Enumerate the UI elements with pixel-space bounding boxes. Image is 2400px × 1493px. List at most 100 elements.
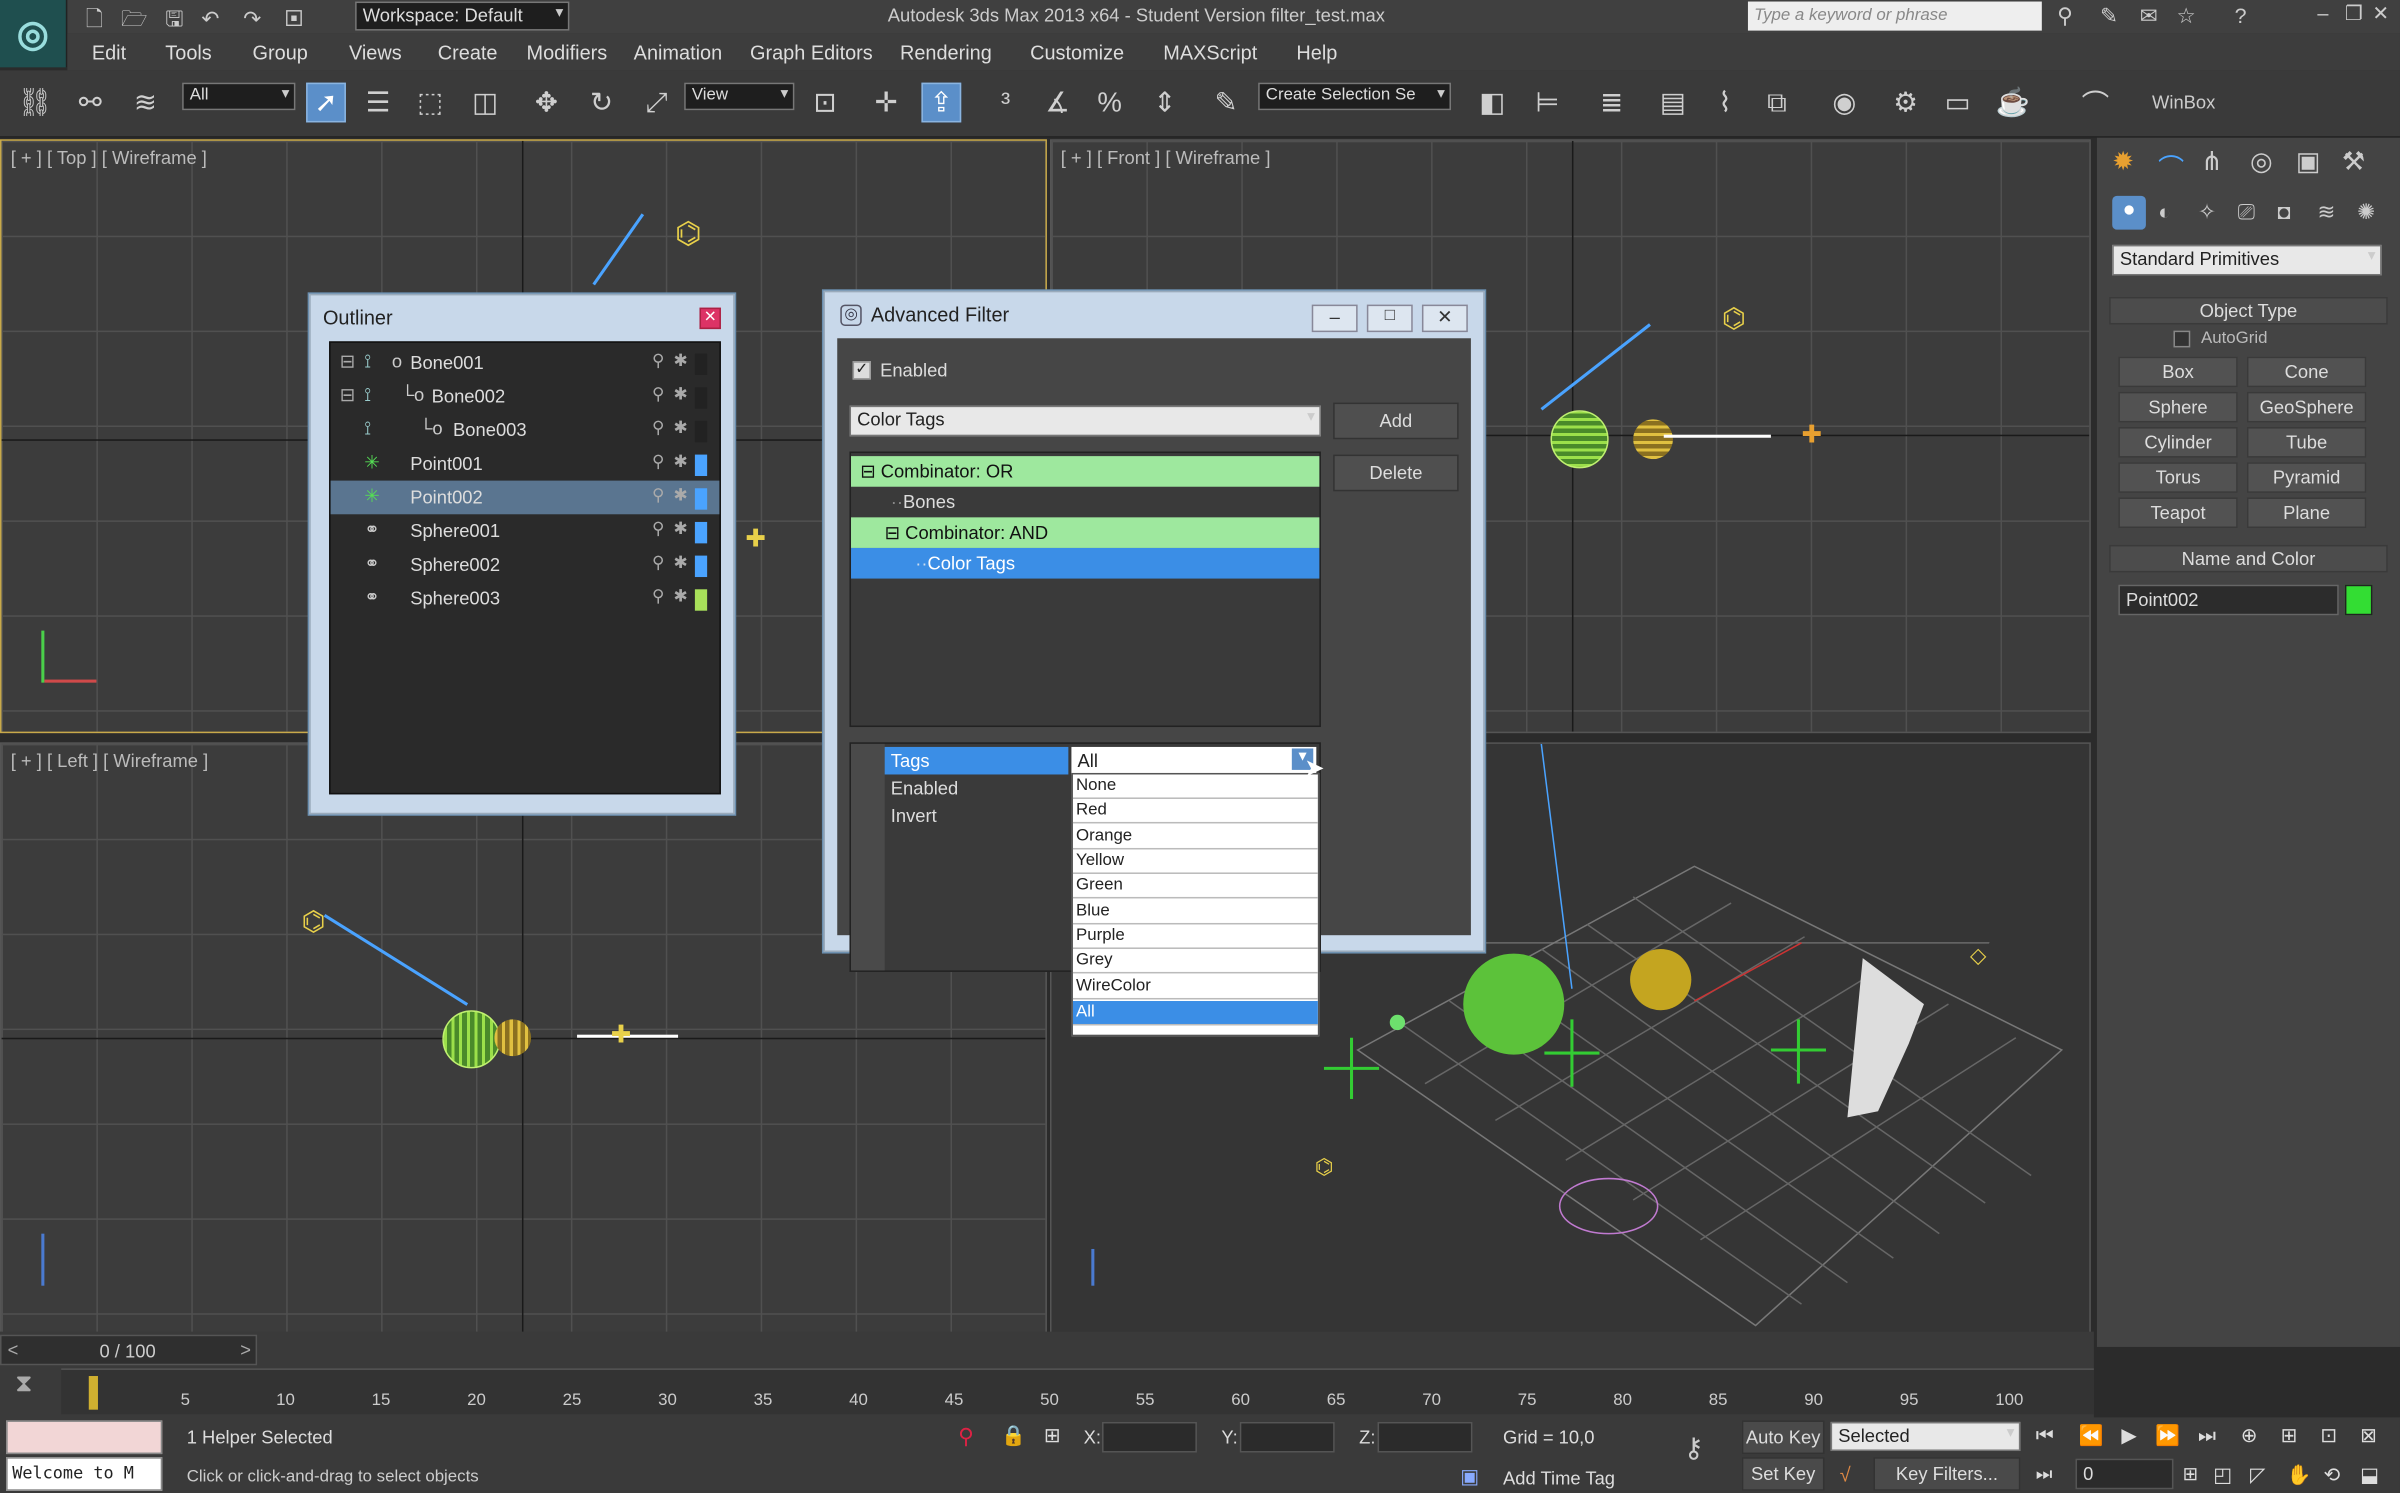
pan-hand-icon[interactable]: ✋	[2287, 1463, 2312, 1487]
menu-animation[interactable]: Animation	[634, 41, 722, 64]
lights-icon[interactable]: ✧	[2198, 199, 2216, 225]
set-key-button[interactable]: Set Key	[1741, 1457, 1825, 1491]
hide-toggle-icon[interactable]: ⚲	[652, 553, 664, 572]
undo-icon[interactable]: ↶	[201, 6, 219, 30]
tags-value-dropdown[interactable]: All ▼	[1071, 746, 1317, 775]
selection-lock-icon[interactable]: 🔒	[1001, 1423, 1026, 1447]
dropdown-option-grey[interactable]: Grey	[1072, 949, 1318, 974]
dropdown-option-all-selected[interactable]: All	[1072, 1001, 1318, 1026]
freeze-toggle-icon[interactable]: ✱	[673, 586, 687, 606]
dropdown-option-wirecolor[interactable]: WireColor	[1072, 975, 1318, 1000]
winbox-label[interactable]: WinBox	[2152, 92, 2215, 113]
freeze-toggle-icon[interactable]: ✱	[673, 485, 687, 505]
tree-node-bones[interactable]: ··Bones	[851, 487, 1319, 518]
outliner-row-sphere002[interactable]: ⚭ Sphere002 ⚲ ✱	[331, 548, 720, 582]
window-crossing-icon[interactable]: ◫	[465, 83, 505, 123]
hide-toggle-icon[interactable]: ⚲	[652, 452, 664, 471]
modify-tab-icon[interactable]: ⌒	[2158, 147, 2184, 185]
freeze-toggle-icon[interactable]: ✱	[673, 452, 687, 471]
point-helper-icon[interactable]: ✚	[745, 523, 766, 554]
cone-button[interactable]: Cone	[2246, 356, 2367, 388]
spotlight-left-icon[interactable]: ⌬	[302, 906, 326, 938]
delete-button[interactable]: Delete	[1333, 454, 1459, 492]
scene-explorer-icon[interactable]: ▤	[1653, 83, 1693, 123]
menu-views[interactable]: Views	[349, 41, 402, 64]
freeze-toggle-icon[interactable]: ✱	[673, 418, 687, 437]
close-icon[interactable]: ✕	[2372, 2, 2389, 26]
isolate-selection-icon[interactable]: ⚲	[958, 1423, 974, 1449]
absolute-mode-icon[interactable]: ⊞	[1044, 1423, 1061, 1447]
snaps-toggle-icon[interactable]: ³	[986, 83, 1026, 123]
sphere-left-yellow[interactable]	[494, 1019, 532, 1057]
menu-maxscript[interactable]: MAXScript	[1163, 41, 1257, 64]
scale-icon[interactable]: ⤢	[637, 83, 677, 123]
select-by-name-icon[interactable]: ☰	[358, 83, 398, 123]
workspace-dropdown[interactable]: Workspace: Default	[355, 1, 570, 31]
outliner-row-point002-selected[interactable]: ✳ Point002 ⚲ ✱	[330, 480, 720, 515]
filter-type-dropdown[interactable]: Color Tags	[849, 405, 1321, 437]
render-teapot-icon[interactable]: ☕	[1993, 83, 2033, 123]
freeze-toggle-icon[interactable]: ✱	[673, 351, 687, 370]
viewport-left-label[interactable]: [ + ] [ Left ] [ Wireframe ]	[11, 750, 209, 771]
maxscript-listener-output[interactable]: Welcome to M	[6, 1457, 163, 1491]
track-bar[interactable]: 5 10 15 20 25 30 35 40 45 50 55 60 65 70 75 80 85 90 95 100	[61, 1368, 2094, 1415]
save-icon[interactable]: 🖫	[165, 6, 183, 30]
sphere-left-green[interactable]	[442, 1010, 501, 1069]
object-type-rollout[interactable]: Object Type	[2109, 296, 2388, 325]
dropdown-option-blue[interactable]: Blue	[1072, 900, 1318, 925]
angle-snap-icon[interactable]: ∡	[1038, 83, 1078, 123]
viewport-front-label[interactable]: [ + ] [ Front ] [ Wireframe ]	[1061, 147, 1271, 168]
close-icon[interactable]: ✕	[1421, 304, 1468, 333]
freeze-toggle-icon[interactable]: ✱	[673, 384, 687, 404]
layer-manager-icon[interactable]: ≣	[1592, 83, 1632, 123]
add-button[interactable]: Add	[1333, 402, 1459, 440]
percent-snap-icon[interactable]: %	[1090, 83, 1130, 123]
menu-tools[interactable]: Tools	[165, 41, 211, 64]
auto-key-button[interactable]: Auto Key	[1741, 1420, 1825, 1455]
help-search-input[interactable]: Type a keyword or phrase	[1747, 1, 2042, 31]
key-filters-button[interactable]: Key Filters...	[1873, 1457, 2021, 1491]
hide-toggle-icon[interactable]: ⚲	[652, 351, 664, 370]
link-icon[interactable]: ⛓	[15, 83, 55, 123]
named-selection-dropdown[interactable]: Create Selection Se	[1258, 82, 1452, 111]
dropdown-option-orange[interactable]: Orange	[1072, 825, 1318, 850]
spotlight-persp-icon[interactable]: ⌬	[1315, 1154, 1334, 1180]
current-frame-field[interactable]: 0	[2075, 1458, 2174, 1490]
outliner-row-sphere001[interactable]: ⚭ Sphere001 ⚲ ✱	[331, 514, 720, 548]
sphere-wire-green[interactable]	[1550, 410, 1609, 469]
selection-region-icon[interactable]: ⬚	[410, 83, 450, 123]
tree-node-combinator-or[interactable]: ⊟ Combinator: OR	[851, 456, 1320, 487]
menu-customize[interactable]: Customize	[1030, 41, 1124, 64]
menu-modifiers[interactable]: Modifiers	[527, 41, 608, 64]
freeze-toggle-icon[interactable]: ✱	[673, 519, 687, 538]
outliner-row-point001[interactable]: ✳ Point001 ⚲ ✱	[331, 447, 720, 481]
set-key-icon[interactable]: ⚷	[1684, 1433, 1704, 1465]
systems-icon[interactable]: ✺	[2357, 199, 2375, 225]
utilities-tab-icon[interactable]: ⚒	[2342, 147, 2365, 178]
box-button[interactable]: Box	[2118, 356, 2238, 388]
spotlight-icon[interactable]: ⌬	[675, 214, 702, 252]
winbox-icon[interactable]: ⌒	[2075, 83, 2115, 123]
hierarchy-tab-icon[interactable]: ⋔	[2201, 147, 2223, 178]
tree-node-combinator-and[interactable]: ⊟ Combinator: AND	[851, 517, 1320, 548]
restore-icon[interactable]: ❐	[2345, 2, 2363, 26]
keyboard-shortcut-override-icon[interactable]: ⇪	[921, 82, 962, 123]
geosphere-button[interactable]: GeoSphere	[2246, 391, 2367, 423]
autogrid-checkbox[interactable]	[2173, 330, 2191, 348]
goto-end-icon[interactable]: ⏭	[2198, 1423, 2216, 1447]
pivot-center-icon[interactable]: ⊡	[805, 83, 845, 123]
previous-frame-icon[interactable]: ⏪	[2079, 1423, 2104, 1447]
sphere-button[interactable]: Sphere	[2118, 391, 2238, 423]
enabled-checkbox[interactable]: ✓	[852, 361, 871, 380]
dropdown-option-none[interactable]: None	[1072, 774, 1318, 799]
time-slider[interactable]: < 0 / 100 >	[0, 1334, 258, 1366]
hide-toggle-icon[interactable]: ⚲	[652, 519, 664, 538]
maximize-viewport-icon[interactable]: ⬓	[2360, 1463, 2379, 1487]
prop-invert[interactable]: Invert	[885, 802, 937, 830]
help-icon[interactable]: ?	[2235, 3, 2247, 27]
next-frame-button-icon[interactable]: ⏩	[2155, 1423, 2180, 1447]
sphere-wire-yellow[interactable]	[1633, 419, 1673, 460]
teapot-button[interactable]: Teapot	[2118, 497, 2238, 529]
category-dropdown[interactable]: Standard Primitives	[2112, 244, 2382, 276]
outliner-row-bone001[interactable]: ⊟ ⟟ ο Bone001 ⚲ ✱	[331, 346, 720, 380]
